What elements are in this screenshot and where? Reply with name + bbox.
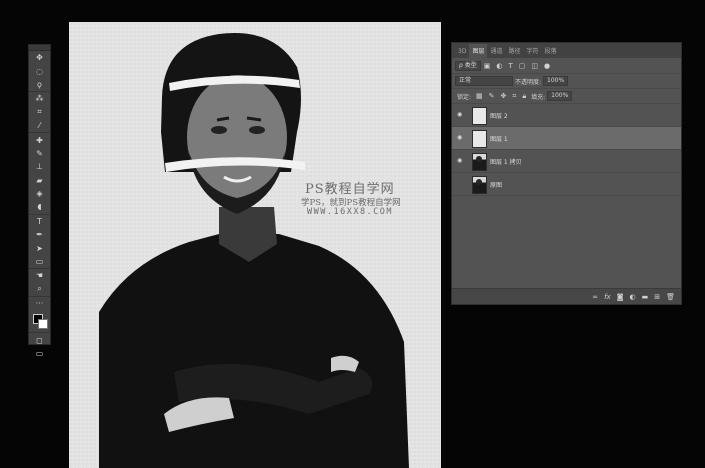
panel-tabs: 3D 图层 通道 路径 字符 段落 [452, 43, 681, 58]
new-layer-icon[interactable]: ⊞ [654, 293, 660, 301]
group-icon[interactable]: ▬ [642, 293, 649, 301]
fill-input[interactable]: 100% [547, 91, 573, 101]
zoom-tool-icon[interactable]: ⌕ [29, 283, 50, 296]
watermark-title: PS教程自学网 [305, 182, 395, 197]
lock-all-icon[interactable]: 🔒︎ [522, 92, 526, 101]
crop-tool-icon[interactable]: ⌗ [29, 106, 50, 119]
pen-tool-icon[interactable]: ✒ [29, 228, 50, 241]
tab-3d[interactable]: 3D [455, 46, 469, 58]
quick-mask-icon[interactable]: ◻ [29, 332, 50, 346]
layer-row[interactable]: ◉ 图层 2 [452, 104, 681, 127]
layer-row[interactable]: ◉ 图层 1 拷贝 [452, 150, 681, 173]
link-layers-icon[interactable]: ∞ [592, 293, 598, 301]
move-tool-icon[interactable]: ✥ [29, 51, 50, 64]
eyedropper-tool-icon[interactable]: ⁄ [29, 119, 50, 132]
adjustment-layer-icon[interactable]: ◐ [630, 293, 636, 301]
watermark-url: WWW.16XX8.COM [307, 207, 394, 217]
blend-mode-dropdown[interactable]: 正常 [455, 76, 513, 86]
hand-tool-icon[interactable]: ☚ [29, 268, 50, 282]
marquee-tool-icon[interactable]: ◌ [29, 64, 50, 77]
path-selection-tool-icon[interactable]: ➤ [29, 241, 50, 254]
visibility-eye-icon[interactable]: ◉ [457, 157, 462, 164]
artboard-lock-icon[interactable]: ⌗ [512, 92, 516, 101]
tools-panel: ✥ ◌ ϙ ⁂ ⌗ ⁄ ✚ ✎ ⊥ ▰ ◈ ◖ T ✒ ➤ ▭ ☚ ⌕ ··· ◻ ▭ [28, 44, 51, 358]
lock-image-icon[interactable]: ✎ [489, 92, 495, 100]
layer-thumbnail [472, 107, 487, 125]
filter-toggle-icon[interactable]: ● [544, 62, 550, 70]
brush-tool-icon[interactable]: ✎ [29, 147, 50, 160]
trash-icon[interactable]: 🗑︎ [666, 293, 675, 301]
opacity-label: 不透明度: [515, 78, 542, 86]
layer-mask-icon[interactable]: ◙ [617, 293, 624, 301]
lock-row: 锁定: ▦ ✎ ✥ ⌗ 🔒︎ 填充: 100% [452, 89, 681, 104]
color-swatches[interactable] [29, 310, 50, 332]
lock-transparent-icon[interactable]: ▦ [476, 92, 483, 100]
paint-bucket-tool-icon[interactable]: ◈ [29, 187, 50, 200]
tab-paths[interactable]: 路径 [505, 44, 523, 58]
layer-row[interactable]: ◉ 图层 1 [452, 127, 681, 150]
type-filter-icon[interactable]: T [508, 62, 512, 70]
smart-object-filter-icon[interactable]: ◫ [531, 62, 538, 70]
tab-character[interactable]: 字符 [523, 44, 541, 58]
rectangle-tool-icon[interactable]: ▭ [29, 255, 50, 268]
document-canvas[interactable]: PS教程自学网 学PS，就到PS教程自学网 WWW.16XX8.COM [69, 22, 441, 468]
layer-row[interactable]: 原图 [452, 173, 681, 196]
shape-filter-icon[interactable]: ▢ [519, 62, 526, 70]
type-tool-icon[interactable]: T [29, 213, 50, 228]
fx-icon[interactable]: fx [604, 293, 611, 301]
filter-kind-dropdown[interactable]: ρ 类型 [455, 60, 481, 71]
screen-mode-icon[interactable]: ▭ [29, 347, 50, 360]
layer-thumbnail [472, 130, 487, 148]
layers-panel-footer: ∞ fx ◙ ◐ ▬ ⊞ 🗑︎ [452, 288, 681, 304]
portrait-image [99, 32, 409, 468]
tab-paragraph[interactable]: 段落 [542, 44, 560, 58]
healing-brush-tool-icon[interactable]: ✚ [29, 132, 50, 146]
lock-position-icon[interactable]: ✥ [501, 92, 507, 100]
layer-list: ◉ 图层 2 ◉ 图层 1 ◉ 图层 1 拷贝 原图 [452, 104, 681, 196]
layer-thumbnail [472, 176, 487, 194]
eraser-tool-icon[interactable]: ▰ [29, 174, 50, 187]
opacity-input[interactable]: 100% [543, 76, 569, 86]
tool-list: ✥ ◌ ϙ ⁂ ⌗ ⁄ ✚ ✎ ⊥ ▰ ◈ ◖ T ✒ ➤ ▭ ☚ ⌕ ··· [29, 51, 50, 310]
layer-name: 图层 1 拷贝 [490, 159, 522, 166]
blend-row: 正常 不透明度: 100% [452, 74, 681, 89]
background-color-swatch[interactable] [38, 319, 48, 330]
dodge-tool-icon[interactable]: ◖ [29, 200, 50, 213]
fill-label: 填充: [531, 93, 546, 101]
pixel-filter-icon[interactable]: ▣ [484, 62, 491, 70]
tab-channels[interactable]: 通道 [487, 44, 505, 58]
magic-wand-tool-icon[interactable]: ⁂ [29, 91, 50, 105]
clone-stamp-tool-icon[interactable]: ⊥ [29, 160, 50, 173]
layer-name: 图层 1 [490, 136, 508, 143]
layer-filter-row: ρ 类型 ▣ ◐ T ▢ ◫ ● [452, 58, 681, 74]
lock-label: 锁定: [457, 93, 472, 101]
visibility-eye-icon[interactable]: ◉ [457, 134, 462, 141]
layer-thumbnail [472, 153, 487, 171]
more-tools-icon[interactable]: ··· [29, 296, 50, 310]
layer-name: 图层 2 [490, 113, 508, 120]
lasso-tool-icon[interactable]: ϙ [29, 78, 50, 91]
adjustment-filter-icon[interactable]: ◐ [496, 62, 502, 70]
layer-name: 原图 [490, 182, 503, 189]
visibility-eye-icon[interactable]: ◉ [457, 111, 462, 118]
layers-panel: 3D 图层 通道 路径 字符 段落 ρ 类型 ▣ ◐ T ▢ ◫ ● 正常 不透… [451, 42, 682, 305]
tab-layers[interactable]: 图层 [469, 44, 488, 58]
